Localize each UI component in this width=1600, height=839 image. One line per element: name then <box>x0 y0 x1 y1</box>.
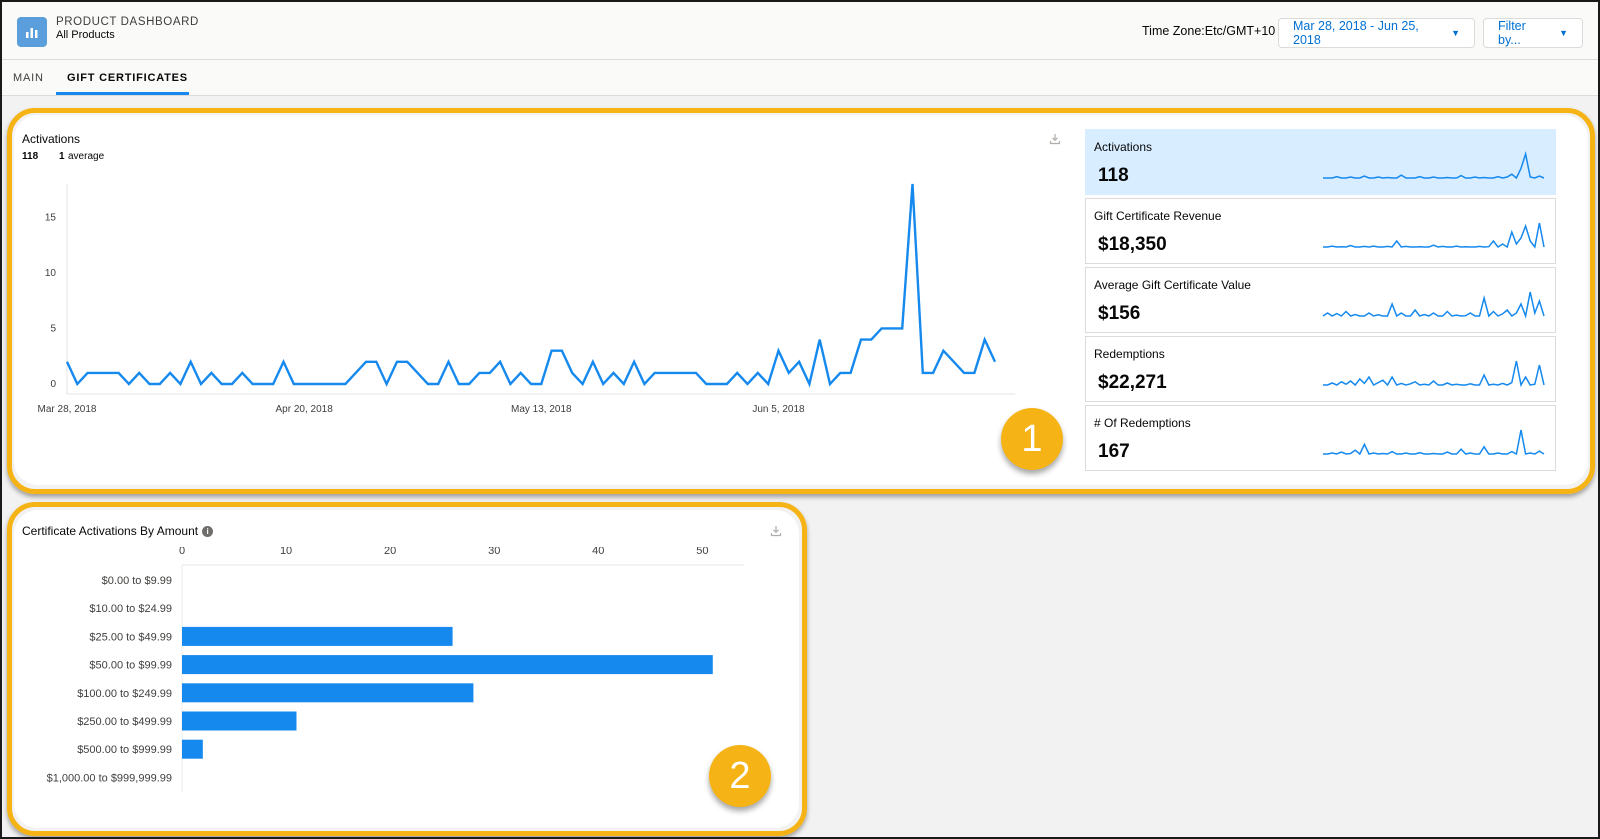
bar <box>182 655 713 675</box>
category-label: $10.00 to $24.99 <box>89 603 172 615</box>
activations-chart-title: Activations <box>22 132 81 146</box>
kpi-sparkline <box>1323 360 1545 388</box>
kpi-sparkline <box>1322 291 1545 319</box>
x-tick-label: Apr 20, 2018 <box>276 404 334 415</box>
page-title: PRODUCT DASHBOARD <box>56 16 199 28</box>
bar-chart-title: Certificate Activations By Amount i <box>22 524 214 538</box>
callout-badge-2: 2 <box>709 745 771 807</box>
chevron-down-icon: ▼ <box>1559 28 1568 38</box>
active-tab-indicator <box>56 92 189 95</box>
certificate-amount-bar-chart: 0 10 20 30 40 50 $0.00 to $9.99 $10.00 to $24.9… <box>47 547 744 792</box>
tab-bar: MAIN GIFT CERTIFICATES <box>2 60 1598 96</box>
info-icon[interactable]: i <box>202 526 214 537</box>
x-tick-label: Mar 28, 2018 <box>38 404 97 415</box>
category-label: $1,000.00 to $999,999.99 <box>47 772 172 784</box>
x-tick-label: 10 <box>280 547 292 557</box>
date-range-label: Mar 28, 2018 - Jun 25, 2018 <box>1293 19 1419 47</box>
x-tick-label: 20 <box>384 547 396 557</box>
x-tick-label: 50 <box>696 547 708 557</box>
tab-gift-certificates[interactable]: GIFT CERTIFICATES <box>67 72 188 84</box>
bar <box>182 711 297 731</box>
kpi-card-activations[interactable]: Activations 118 <box>1085 129 1556 195</box>
kpi-value: $22,271 <box>1098 372 1167 393</box>
y-tick-label: 10 <box>45 268 57 279</box>
kpi-card-redemptions[interactable]: Redemptions $22,271 <box>1085 336 1556 402</box>
kpi-label: Activations <box>1094 140 1153 154</box>
sparkline-series <box>1322 291 1545 319</box>
chevron-down-icon: ▼ <box>1451 28 1460 38</box>
kpi-card-number-of-redemptions[interactable]: # Of Redemptions 167 <box>1085 405 1556 471</box>
download-icon[interactable] <box>1049 133 1061 145</box>
sparkline-series <box>1323 429 1545 456</box>
sparkline-series <box>1323 360 1545 388</box>
kpi-value: 118 <box>1098 165 1129 186</box>
tab-main[interactable]: MAIN <box>13 72 44 84</box>
sparkline-series <box>1323 151 1545 180</box>
bar-chart-title-text: Certificate Activations By Amount <box>22 524 199 538</box>
callout-badge-1: 1 <box>1001 408 1063 470</box>
y-tick-label: 15 <box>45 212 57 223</box>
date-range-picker[interactable]: Mar 28, 2018 - Jun 25, 2018 ▼ <box>1278 18 1475 48</box>
kpi-label: Gift Certificate Revenue <box>1094 209 1222 223</box>
dashboard-chart-icon <box>17 17 47 47</box>
activations-series-line <box>65 183 997 388</box>
y-tick-label: 0 <box>50 379 56 390</box>
category-label: $100.00 to $249.99 <box>77 688 172 700</box>
x-tick-label: Jun 5, 2018 <box>752 404 805 415</box>
filter-button[interactable]: Filter by... ▼ <box>1483 18 1583 48</box>
timezone-label: Time Zone:Etc/GMT+10 <box>1142 24 1276 38</box>
x-tick-label: 0 <box>179 547 185 557</box>
kpi-value: $156 <box>1098 303 1141 324</box>
kpi-label: Average Gift Certificate Value <box>1094 278 1251 292</box>
kpi-sparkline <box>1323 222 1545 249</box>
category-label: $0.00 to $9.99 <box>102 575 172 587</box>
x-tick-label: May 13, 2018 <box>511 404 572 415</box>
sparkline-series <box>1323 222 1545 249</box>
download-icon[interactable] <box>770 525 782 537</box>
kpi-value: 167 <box>1098 441 1130 462</box>
kpi-label: Redemptions <box>1094 347 1165 361</box>
kpi-label: # Of Redemptions <box>1094 416 1191 430</box>
kpi-sparkline <box>1323 151 1545 180</box>
y-tick-label: 5 <box>50 323 56 334</box>
bar <box>182 626 453 646</box>
dashboard-header: PRODUCT DASHBOARD All Products Time Zone… <box>2 2 1598 60</box>
bar <box>182 739 203 759</box>
activations-average-value: 1 <box>59 151 65 162</box>
kpi-card-gift-certificate-revenue[interactable]: Gift Certificate Revenue $18,350 <box>1085 198 1556 264</box>
page-subtitle: All Products <box>56 29 115 41</box>
category-label: $25.00 to $49.99 <box>89 631 172 643</box>
app-frame: PRODUCT DASHBOARD All Products Time Zone… <box>0 0 1600 839</box>
category-label: $500.00 to $999.99 <box>77 744 172 756</box>
category-label: $50.00 to $99.99 <box>89 660 172 672</box>
kpi-value: $18,350 <box>1098 234 1167 255</box>
category-label: $250.00 to $499.99 <box>77 716 172 728</box>
activations-average-label: average <box>68 151 105 162</box>
filter-label: Filter by... <box>1498 19 1526 47</box>
kpi-sparkline <box>1323 429 1545 456</box>
x-tick-label: 30 <box>488 547 500 557</box>
x-tick-label: 40 <box>592 547 604 557</box>
kpi-card-average-gift-certificate-value[interactable]: Average Gift Certificate Value $156 <box>1085 267 1556 333</box>
bar <box>182 683 474 703</box>
activations-line-chart: 0 5 10 15 Mar 28, 2018 Apr 20, 2018 May 13, 20… <box>38 183 1015 415</box>
activations-total: 118 <box>22 151 39 162</box>
